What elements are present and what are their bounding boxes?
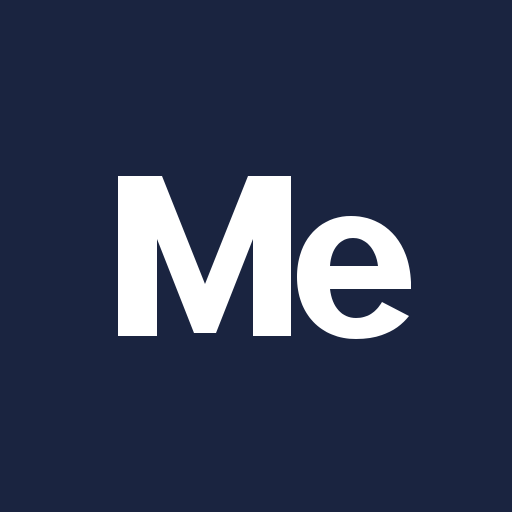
logo-letter-e [297, 216, 411, 339]
logo-letter-m [118, 176, 291, 336]
app-icon-tile [0, 0, 512, 512]
me-logo [118, 176, 411, 339]
